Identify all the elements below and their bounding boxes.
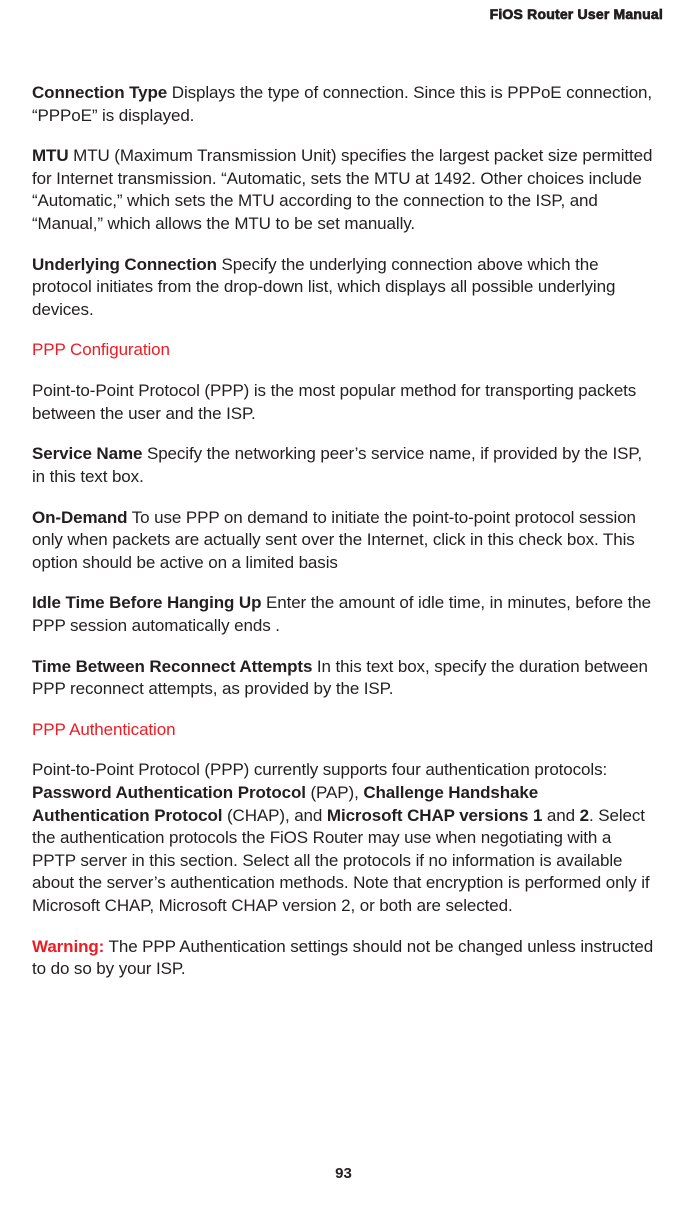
warning-label: Warning:	[32, 937, 104, 956]
para-ppp-intro: Point-to-Point Protocol (PPP) is the mos…	[32, 380, 655, 425]
para-reconnect-attempts: Time Between Reconnect Attempts In this …	[32, 656, 655, 701]
para-on-demand: On-Demand To use PPP on demand to initia…	[32, 507, 655, 575]
auth-text-c: (PAP),	[306, 783, 363, 802]
para-connection-type: Connection Type Displays the type of con…	[32, 82, 655, 127]
para-mtu: MTU MTU (Maximum Transmission Unit) spec…	[32, 145, 655, 235]
auth-term-mschap2: 2	[580, 806, 589, 825]
para-warning: Warning: The PPP Authentication settings…	[32, 936, 655, 981]
term-connection-type: Connection Type	[32, 83, 167, 102]
heading-ppp-configuration: PPP Configuration	[32, 339, 655, 362]
running-header: FiOS Router User Manual	[490, 6, 663, 22]
term-mtu: MTU	[32, 146, 69, 165]
auth-text-a: Point-to-Point Protocol (PPP) currently …	[32, 760, 607, 779]
body-mtu: MTU (Maximum Transmission Unit) specifie…	[32, 146, 652, 233]
auth-term-pap: Password Authentication Protocol	[32, 783, 306, 802]
term-underlying-connection: Underlying Connection	[32, 255, 217, 274]
auth-text-e: and	[542, 806, 579, 825]
page: FiOS Router User Manual Connection Type …	[0, 0, 687, 1206]
page-number: 93	[0, 1165, 687, 1182]
para-idle-time: Idle Time Before Hanging Up Enter the am…	[32, 592, 655, 637]
term-idle-time: Idle Time Before Hanging Up	[32, 593, 261, 612]
para-service-name: Service Name Specify the networking peer…	[32, 443, 655, 488]
heading-ppp-authentication: PPP Authentication	[32, 719, 655, 742]
warning-body: The PPP Authentication settings should n…	[32, 937, 653, 979]
body-content: Connection Type Displays the type of con…	[32, 0, 655, 981]
auth-text-d: (CHAP), and	[222, 806, 327, 825]
term-on-demand: On-Demand	[32, 508, 127, 527]
term-reconnect-attempts: Time Between Reconnect Attempts	[32, 657, 312, 676]
para-underlying-connection: Underlying Connection Specify the underl…	[32, 254, 655, 322]
term-service-name: Service Name	[32, 444, 142, 463]
para-ppp-auth-protocols: Point-to-Point Protocol (PPP) currently …	[32, 759, 655, 917]
auth-term-mschap1: Microsoft CHAP versions 1	[327, 806, 542, 825]
